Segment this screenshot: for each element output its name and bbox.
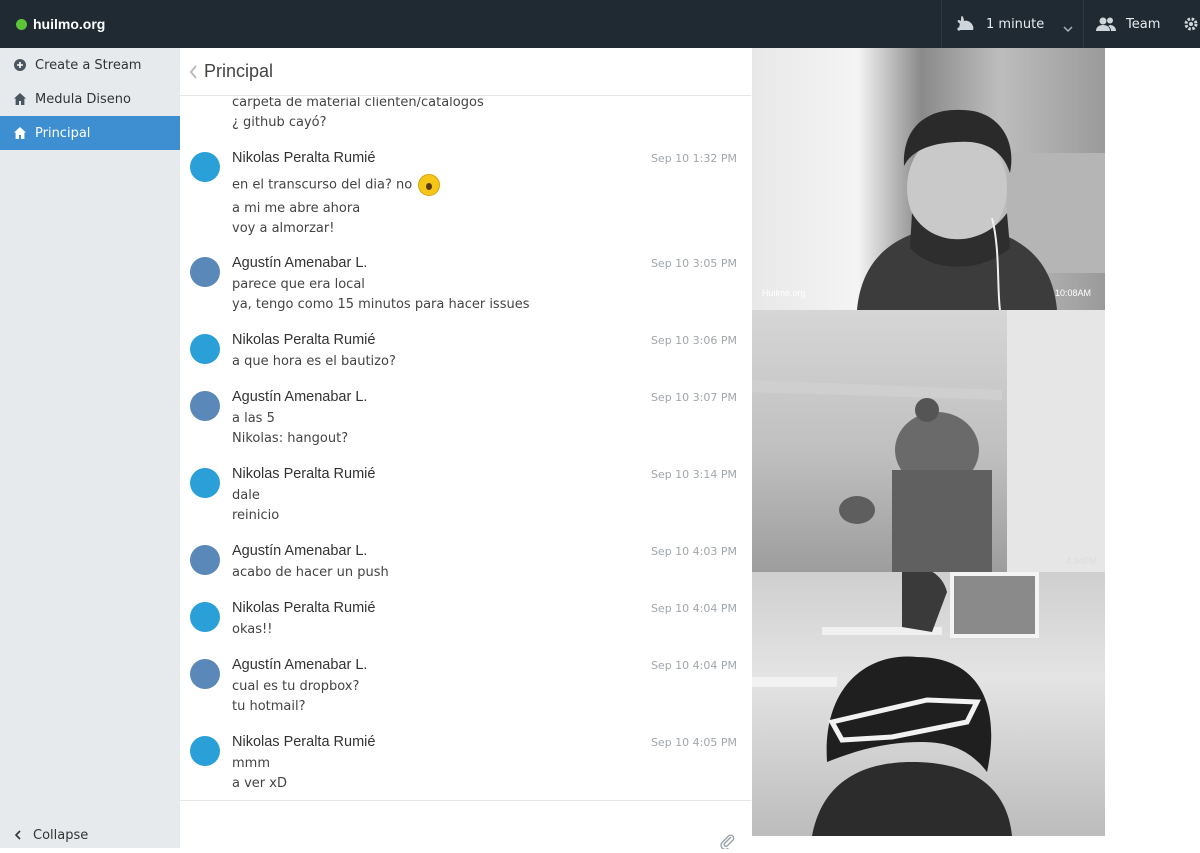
collapse-label: Collapse [33,827,89,843]
message-text: Nikolas: hangout? [232,431,349,446]
video-feed[interactable]: Huilmo.org 10:08AM [752,48,1105,310]
time-selector[interactable]: 1 minute [941,0,1083,48]
settings-button[interactable] [1175,0,1200,48]
message-author: Nikolas Peralta Rumié [232,150,376,166]
top-bar: huilmo.org 1 minute Team [0,0,1200,48]
video-panel: Huilmo.org 10:08AM 4:34PM [752,48,1105,836]
video-feed[interactable]: 4:34PM [752,310,1105,572]
brand-name: huilmo.org [33,16,106,32]
message-author: Nikolas Peralta Rumié [232,466,376,482]
home-icon [14,93,26,105]
message-timestamp: Sep 10 3:06 PM [650,334,737,347]
avatar[interactable] [190,334,220,364]
message-timestamp: Sep 10 4:04 PM [650,659,737,672]
message-text: tu hotmail? [232,699,306,714]
message-timestamp: Sep 10 4:05 PM [650,736,737,749]
participant-video-icon [752,572,1039,836]
video-timestamp: 4:34PM [1065,556,1097,566]
message-timestamp: Sep 10 4:04 PM [650,602,737,615]
sidebar-item-label: Medula Diseno [35,91,132,107]
sidebar-item-medula-diseno[interactable]: Medula Diseno [0,82,180,116]
brand[interactable]: huilmo.org [16,0,105,48]
message-author: Agustín Amenabar L. [232,657,368,673]
message-text: voy a almorzar! [232,221,335,236]
team-label: Team [1126,16,1161,32]
rabbit-icon [956,15,976,33]
collapse-button[interactable]: Collapse [0,822,180,848]
message-text: okas!! [232,622,273,637]
chevron-left-icon [14,830,21,840]
video-caption: Huilmo.org [762,288,806,298]
message-author: Agustín Amenabar L. [232,389,368,405]
message-author: Agustín Amenabar L. [232,543,368,559]
message-author: Nikolas Peralta Rumié [232,332,376,348]
sidebar-item-principal[interactable]: Principal [0,116,180,150]
participant-video-icon [752,310,1105,572]
sidebar-item-create-stream[interactable]: Create a Stream [0,48,180,82]
paperclip-icon[interactable] [719,833,735,853]
surprised-face-icon [418,174,441,196]
sidebar: Create a Stream Medula Diseno Principal … [0,48,180,848]
message-timestamp: Sep 10 3:14 PM [650,468,737,481]
online-status-icon [16,18,27,30]
message-text: reinicio [232,508,280,523]
avatar[interactable] [190,468,220,498]
avatar[interactable] [190,257,220,287]
message-timestamp: Sep 10 3:07 PM [650,391,737,404]
sidebar-item-label: Create a Stream [35,57,142,73]
team-button[interactable]: Team [1083,0,1175,48]
message-text: cual es tu dropbox? [232,679,360,694]
avatar[interactable] [190,152,220,182]
message-text: dale [232,488,260,503]
message-text: a mi me abre ahora [232,201,361,216]
message-text: ya, tengo como 15 minutos para hacer iss… [232,297,530,312]
sidebar-item-label: Principal [35,125,91,141]
chevron-down-icon [1063,18,1073,37]
participant-video-icon [857,109,1105,310]
message-composer[interactable] [180,800,751,851]
avatar[interactable] [190,545,220,575]
message-text: mmm [232,756,270,771]
message-text: en el transcurso del dia? no [232,174,441,196]
home-icon [14,127,26,139]
gear-icon [1183,16,1199,32]
avatar[interactable] [190,659,220,689]
chat-panel: Principal carpeta de material clienten/c… [180,48,751,851]
back-chevron-icon[interactable] [189,64,198,80]
message-timestamp: Sep 10 3:05 PM [650,257,737,270]
time-label: 1 minute [986,16,1045,32]
message-author: Nikolas Peralta Rumié [232,600,376,616]
message-timestamp: Sep 10 4:03 PM [650,545,737,558]
video-feed[interactable] [752,572,1105,836]
message-text: acabo de hacer un push [232,565,389,580]
message-author: Agustín Amenabar L. [232,255,368,271]
message-text: ¿ github cayó? [232,115,327,130]
message-timestamp: Sep 10 1:32 PM [650,152,737,165]
message-list[interactable]: carpeta de material clienten/catalogos ¿… [180,97,751,799]
avatar[interactable] [190,602,220,632]
plus-circle-icon [14,59,26,71]
message-author: Nikolas Peralta Rumié [232,734,376,750]
page-title: Principal [204,61,274,81]
chat-header: Principal [180,48,751,96]
message-text: parece que era local [232,277,365,292]
video-timestamp: 10:08AM [1054,288,1091,298]
message-text: carpeta de material clienten/catalogos [232,97,484,110]
avatar[interactable] [190,391,220,421]
message-text: a que hora es el bautizo? [232,354,396,369]
avatar[interactable] [190,736,220,766]
message-text-content: en el transcurso del dia? no [232,177,413,193]
message-text: a las 5 [232,411,275,426]
team-icon [1096,16,1116,32]
message-text: a ver xD [232,776,287,791]
